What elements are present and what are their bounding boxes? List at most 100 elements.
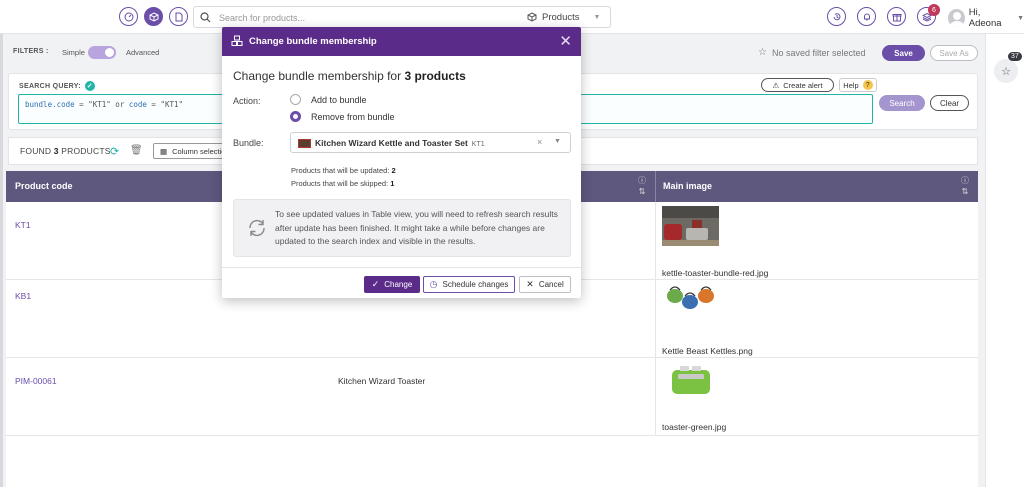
cancel-button-label: Cancel xyxy=(538,280,564,289)
change-button-label: Change xyxy=(384,280,413,289)
image-filename: kettle-toaster-bundle-red.jpg xyxy=(662,268,769,278)
product-name: Kitchen Wizard Toaster xyxy=(338,376,426,386)
filters-label: FILTERS : xyxy=(13,48,49,55)
product-code-link[interactable]: KB1 xyxy=(15,291,31,301)
radio-add-to-bundle[interactable] xyxy=(290,94,301,105)
close-icon[interactable]: ✕ xyxy=(559,32,572,50)
schedule-button-label: Schedule changes xyxy=(442,280,509,289)
stat-updated-label: Products that will be updated: xyxy=(291,166,392,175)
help-button[interactable]: Help ? xyxy=(839,78,877,92)
columns-icon: ▦ xyxy=(160,146,168,156)
modal-footer: ✓ Change ◷ Schedule changes ✕ Cancel xyxy=(222,267,581,298)
save-as-button[interactable]: Save As xyxy=(930,45,978,61)
favorites-star-icon[interactable]: ☆ xyxy=(994,59,1018,83)
bundle-icon xyxy=(231,35,243,46)
query-field-1: bundle.code xyxy=(25,100,75,109)
refresh-icon xyxy=(249,219,265,237)
global-search-input[interactable]: Search for products... Products ▼ xyxy=(193,6,611,28)
search-placeholder: Search for products... xyxy=(219,13,306,23)
saved-filter-selector[interactable]: ☆ No saved filter selected xyxy=(758,47,866,58)
search-button[interactable]: Search xyxy=(879,95,925,111)
search-icon xyxy=(200,12,211,23)
cancel-button[interactable]: ✕ Cancel xyxy=(519,276,571,293)
user-greeting: Hi, Adeona xyxy=(968,7,1002,29)
save-filter-button[interactable]: Save xyxy=(882,45,925,61)
filter-mode-simple[interactable]: Simple xyxy=(62,48,85,57)
star-icon: ☆ xyxy=(758,47,767,58)
image-filename: toaster-green.jpg xyxy=(662,422,727,432)
radio-label-add[interactable]: Add to bundle xyxy=(311,95,367,105)
alert-icon: ⚠ xyxy=(772,80,780,90)
chevron-down-icon: ▼ xyxy=(593,13,601,21)
query-field-3: code xyxy=(128,100,147,109)
close-icon: ✕ xyxy=(526,279,534,289)
stat-skipped-label: Products that will be skipped: xyxy=(291,179,391,188)
header-main-image[interactable]: Main image xyxy=(663,181,712,191)
bundle-thumbnail xyxy=(298,139,311,148)
create-alert-label: Create alert xyxy=(783,80,823,90)
bundle-label: Bundle: xyxy=(233,138,264,148)
history-icon[interactable] xyxy=(827,7,846,26)
table-row[interactable]: PIM-00061 Kitchen Wizard Toaster toaster… xyxy=(6,358,978,436)
favorites-count-badge: 37 xyxy=(1008,52,1022,61)
check-icon: ✓ xyxy=(371,279,380,289)
found-count-label: FOUND 3 PRODUCTS xyxy=(20,146,111,156)
search-scope-label: Products xyxy=(542,11,580,23)
radio-remove-from-bundle[interactable] xyxy=(290,111,301,122)
toaster-thumbnail xyxy=(662,360,719,400)
search-query-label-text: SEARCH QUERY: xyxy=(19,82,81,90)
filter-mode-toggle[interactable] xyxy=(88,46,116,59)
column-options-icon[interactable]: ⓘ ⇅ xyxy=(638,175,646,197)
image-filename: Kettle Beast Kettles.png xyxy=(662,346,753,356)
chevron-down-icon[interactable]: ▼ xyxy=(554,138,561,145)
valid-check-icon: ✓ xyxy=(84,81,95,91)
found-suffix: PRODUCTS xyxy=(58,146,111,156)
column-selection-label: Column selection xyxy=(172,146,230,156)
header-product-code[interactable]: Product code xyxy=(15,181,73,191)
modal-title: Change bundle membership for 3 products xyxy=(233,69,466,83)
question-icon: ? xyxy=(862,80,873,90)
help-label: Help xyxy=(843,80,859,90)
action-label: Action: xyxy=(233,96,261,106)
kettles-thumbnail xyxy=(662,280,719,320)
saved-filter-label: No saved filter selected xyxy=(771,47,866,58)
product-code-link[interactable]: KT1 xyxy=(15,220,31,230)
refresh-icon[interactable]: ⟳ xyxy=(110,145,119,158)
bundle-select-value: Kitchen Wizard Kettle and Toaster Set KT1 xyxy=(315,138,485,148)
chevron-down-icon: ▼ xyxy=(1017,14,1024,22)
document-icon[interactable] xyxy=(169,7,188,26)
modal-title-count: 3 products xyxy=(404,69,466,83)
clear-button[interactable]: Clear xyxy=(930,95,969,111)
products-cube-icon[interactable] xyxy=(144,7,163,26)
user-menu[interactable]: Hi, Adeona ▼ xyxy=(948,7,1024,29)
bell-icon[interactable] xyxy=(857,7,876,26)
column-options-icon[interactable]: ⓘ ⇅ xyxy=(961,175,969,197)
search-query-label: SEARCH QUERY: ✓ xyxy=(19,81,95,91)
filter-mode-advanced[interactable]: Advanced xyxy=(126,48,159,57)
right-side-panel: ☆ 37 xyxy=(985,34,1024,487)
cube-icon xyxy=(527,12,537,22)
modal-header-title: Change bundle membership xyxy=(249,36,377,47)
gift-icon[interactable] xyxy=(887,7,906,26)
product-code-link[interactable]: PIM-00061 xyxy=(15,376,57,386)
clock-icon: ◷ xyxy=(429,279,438,289)
stat-updated-value: 2 xyxy=(391,166,396,175)
trash-icon[interactable]: 🗑 xyxy=(130,145,143,156)
stat-skipped: Products that will be skipped: 1 xyxy=(291,179,394,188)
search-scope-dropdown[interactable]: Products ▼ xyxy=(527,7,611,27)
bundle-select[interactable]: Kitchen Wizard Kettle and Toaster Set KT1… xyxy=(290,132,571,153)
change-button[interactable]: ✓ Change xyxy=(364,276,420,293)
query-text-2: = "KT1" or xyxy=(74,100,129,109)
schedule-changes-button[interactable]: ◷ Schedule changes xyxy=(423,276,515,293)
radio-label-remove[interactable]: Remove from bundle xyxy=(311,112,395,122)
column-selection-button[interactable]: ▦ Column selection xyxy=(153,143,233,159)
info-box: To see updated values in Table view, you… xyxy=(233,199,571,257)
info-text: To see updated values in Table view, you… xyxy=(275,209,558,246)
clear-selection-icon[interactable]: × xyxy=(537,137,542,147)
found-prefix: FOUND xyxy=(20,146,54,156)
create-alert-button[interactable]: ⚠ Create alert xyxy=(761,78,834,92)
modal-title-prefix: Change bundle membership for xyxy=(233,69,405,83)
dashboard-icon[interactable] xyxy=(119,7,138,26)
bundle-name: Kitchen Wizard Kettle and Toaster Set xyxy=(315,138,468,148)
left-edge xyxy=(0,34,3,487)
